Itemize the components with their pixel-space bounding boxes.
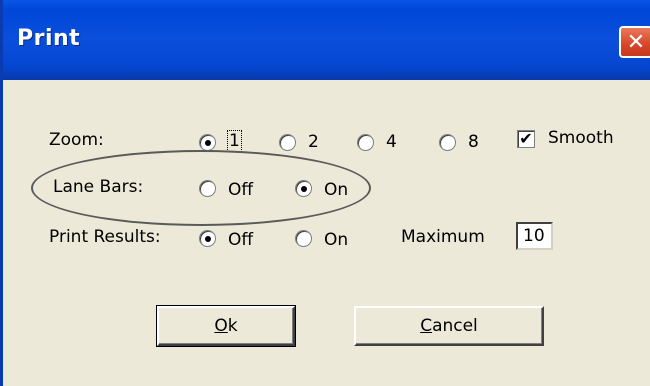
title-bar[interactable]: Print ✕: [3, 0, 650, 80]
smooth-label: Smooth: [548, 128, 614, 148]
zoom-option-4-label: 4: [386, 132, 397, 152]
zoom-option-8-label: 8: [468, 132, 479, 152]
smooth-checkbox[interactable]: ✔: [517, 130, 535, 148]
zoom-option-2-label: 2: [308, 132, 319, 152]
cancel-button-label: Cancel: [420, 316, 478, 336]
print-results-off-radio[interactable]: [199, 230, 216, 247]
cancel-button[interactable]: Cancel: [354, 306, 544, 346]
maximum-label: Maximum: [401, 227, 485, 247]
lane-bars-off-radio[interactable]: [199, 180, 216, 197]
lane-bars-off-label: Off: [228, 180, 254, 200]
window-title: Print: [17, 26, 81, 51]
lane-bars-label: Lane Bars:: [53, 177, 144, 197]
print-results-label: Print Results:: [49, 227, 161, 247]
print-results-off-label: Off: [228, 230, 254, 250]
lane-bars-on-label: On: [324, 180, 349, 200]
print-results-on-radio[interactable]: [295, 230, 312, 247]
print-dialog: Print ✕ Zoom: 1 2 4 8 ✔ Smooth Lane Bars…: [0, 0, 650, 386]
zoom-radio-4[interactable]: [357, 134, 374, 151]
ok-button[interactable]: Ok: [156, 305, 296, 347]
zoom-label: Zoom:: [49, 130, 104, 150]
lane-bars-on-radio[interactable]: [295, 180, 312, 197]
zoom-option-1-label: 1: [227, 130, 242, 152]
zoom-radio-8[interactable]: [439, 134, 456, 151]
zoom-radio-1[interactable]: [199, 134, 216, 151]
ok-button-label: Ok: [214, 316, 238, 336]
maximum-input[interactable]: 10: [516, 222, 553, 250]
close-icon[interactable]: ✕: [619, 26, 650, 58]
zoom-radio-2[interactable]: [279, 134, 296, 151]
print-results-on-label: On: [324, 230, 349, 250]
